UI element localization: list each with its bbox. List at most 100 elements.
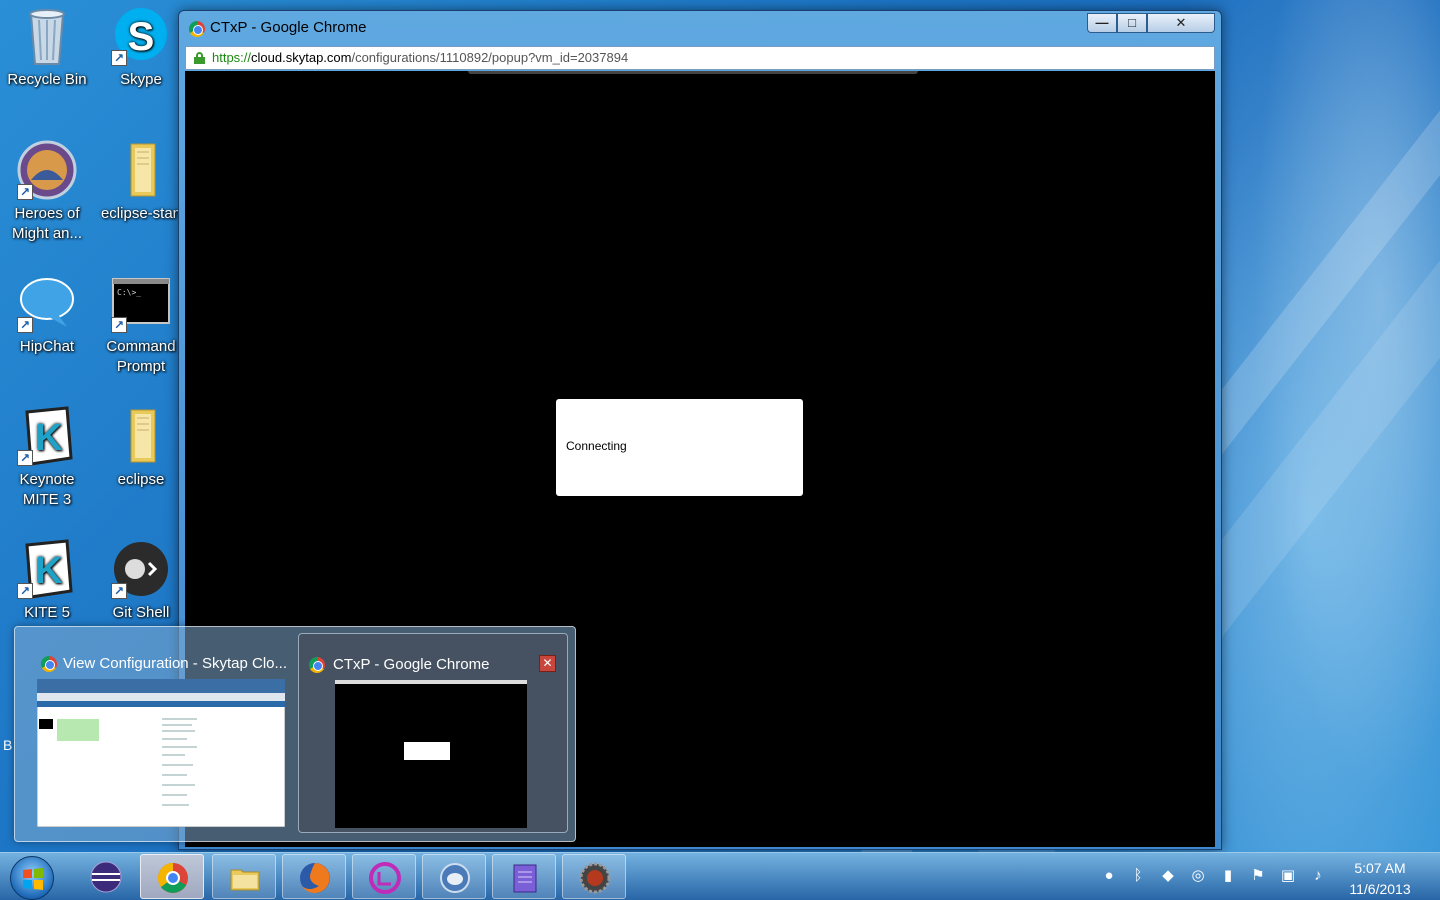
console-toolbar-remnant [468,71,918,74]
folder-icon [111,140,171,200]
shortcut-arrow-icon: ↗ [111,317,127,333]
network-icon[interactable]: ▣ [1279,867,1297,885]
desktop-icon-git-shell[interactable]: ↗ Git Shell [94,539,188,623]
url-scheme: https:// [212,50,252,65]
chrome-icon [309,657,325,673]
taskbar-thumbnail-popup: View Configuration - Skytap Clo... CTxP … [14,626,576,842]
network-globe-icon[interactable]: ◎ [1189,867,1207,885]
svg-text:K: K [35,417,63,459]
desktop-icon-label: Recycle Bin [7,71,87,88]
shortcut-arrow-icon: ↗ [17,317,33,333]
close-icon: ✕ [1175,15,1187,30]
url-host: cloud.skytap.com [251,50,352,65]
bluetooth-icon[interactable]: ᛒ [1129,867,1147,885]
desktop-icon-eclipse[interactable]: eclipse [94,406,188,490]
app-icon [369,862,401,894]
close-icon: ✕ [542,656,553,670]
chrome-icon [41,656,57,672]
partial-desktop-label: B [3,737,13,753]
desktop-icon-heroes[interactable]: ↗ Heroes of Might an... [0,140,94,244]
thumbnail-ctxp[interactable]: CTxP - Google Chrome ✕ [298,633,568,833]
desktop-icon-hipchat[interactable]: ↗ HipChat [0,273,94,357]
desktop-icon-kite-5[interactable]: K ↗ KITE 5 [0,539,94,623]
desktop-icon-command-prompt[interactable]: C:\>_ ↗ Command Prompt [94,273,188,377]
antivirus-icon[interactable]: ● [1100,867,1118,885]
desktop-icon-label: Keynote MITE 3 [19,471,75,508]
notepad-icon [513,864,537,893]
connecting-message: Connecting [566,439,627,453]
connecting-dialog: Connecting [556,399,803,496]
terminal-icon: C:\>_ ↗ [111,273,171,333]
folder-icon [230,869,260,891]
shortcut-arrow-icon: ↗ [17,450,33,466]
skype-icon: S ↗ [111,6,171,66]
java-ee-ide-icon [579,862,611,894]
taskbar-firefox[interactable] [282,854,346,899]
clock-date: 11/6/2013 [1349,881,1411,897]
heroes-game-icon: ↗ [17,140,77,200]
desktop-icon-recycle-bin[interactable]: Recycle Bin [0,6,94,90]
desktop: Recycle Bin S ↗ Skype ↗ Heroes of Might … [0,0,1440,852]
shortcut-arrow-icon: ↗ [17,184,33,200]
taskbar-java-ee-ide[interactable] [562,854,626,899]
clock[interactable]: 5:07 AM 11/6/2013 [1330,858,1430,900]
close-button[interactable]: ✕ [1147,13,1215,33]
taskbar-eclipse[interactable] [74,854,138,899]
windows-logo-icon [23,868,43,890]
folder-icon [111,406,171,466]
shortcut-arrow-icon: ↗ [111,583,127,599]
eclipse-icon [90,861,122,893]
minimize-icon: — [1095,15,1109,30]
recycle-bin-icon [17,6,77,66]
firefox-icon [300,863,330,893]
title-bar[interactable]: CTxP - Google Chrome — □ ✕ [179,11,1221,45]
thumbnail-title: CTxP - Google Chrome [333,656,490,673]
desktop-icon-label: Command Prompt [106,338,176,375]
thumbnail-preview [335,680,527,828]
minimize-button[interactable]: — [1087,13,1117,33]
desktop-icon-label: Heroes of Might an... [11,205,83,242]
keynote-mite-icon: K ↗ [17,406,77,466]
desktop-icon-skype[interactable]: S ↗ Skype [94,6,188,90]
chat-icon [440,863,470,893]
svg-text:K: K [35,550,63,592]
dropbox-icon[interactable]: ◆ [1159,867,1177,885]
hipchat-icon: ↗ [17,273,77,333]
svg-text:C:\>_: C:\>_ [117,288,141,297]
taskbar-app[interactable] [352,854,416,899]
thumbnail-preview [36,678,286,828]
taskbar-chat[interactable] [422,854,486,899]
start-button[interactable] [10,856,54,900]
taskbar-explorer[interactable] [212,854,276,899]
battery-icon[interactable]: ▮ [1219,867,1237,885]
shortcut-arrow-icon: ↗ [17,583,33,599]
maximize-button[interactable]: □ [1117,13,1147,33]
taskbar-notepad[interactable] [492,854,556,899]
desktop-icon-label: Git Shell [112,604,170,621]
url-path: /configurations/1110892/popup?vm_id=2037… [351,50,629,65]
action-center-flag-icon[interactable]: ⚑ [1249,867,1267,885]
desktop-icon-label: KITE 5 [24,604,70,621]
svg-text:S: S [128,15,155,59]
desktop-icon-eclipse-stan[interactable]: eclipse-stan [94,140,188,224]
lock-icon [194,52,205,64]
thumbnail-view-configuration[interactable]: View Configuration - Skytap Clo... [17,633,287,833]
window-title: CTxP - Google Chrome [210,19,367,36]
desktop-icon-keynote-mite-3[interactable]: K ↗ Keynote MITE 3 [0,406,94,510]
chrome-icon [189,21,205,37]
desktop-icon-label: Skype [120,71,162,88]
desktop-icon-label: eclipse-stan [100,205,182,222]
maximize-icon: □ [1128,15,1136,30]
chrome-icon [158,863,188,893]
taskbar-chrome[interactable] [140,854,204,899]
close-thumbnail-button[interactable]: ✕ [539,655,556,672]
volume-icon[interactable]: ♪ [1309,867,1327,885]
taskbar: ● ᛒ ◆ ◎ ▮ ⚑ ▣ ♪ 5:07 AM 11/6/2013 [0,852,1440,900]
kite-icon: K ↗ [17,539,77,599]
shortcut-arrow-icon: ↗ [111,50,127,66]
desktop-icon-label: HipChat [19,338,75,355]
clock-time: 5:07 AM [1354,860,1406,876]
thumbnail-title: View Configuration - Skytap Clo... [63,655,287,672]
git-shell-icon: ↗ [111,539,171,599]
address-bar[interactable]: https://cloud.skytap.com/configurations/… [185,46,1215,70]
